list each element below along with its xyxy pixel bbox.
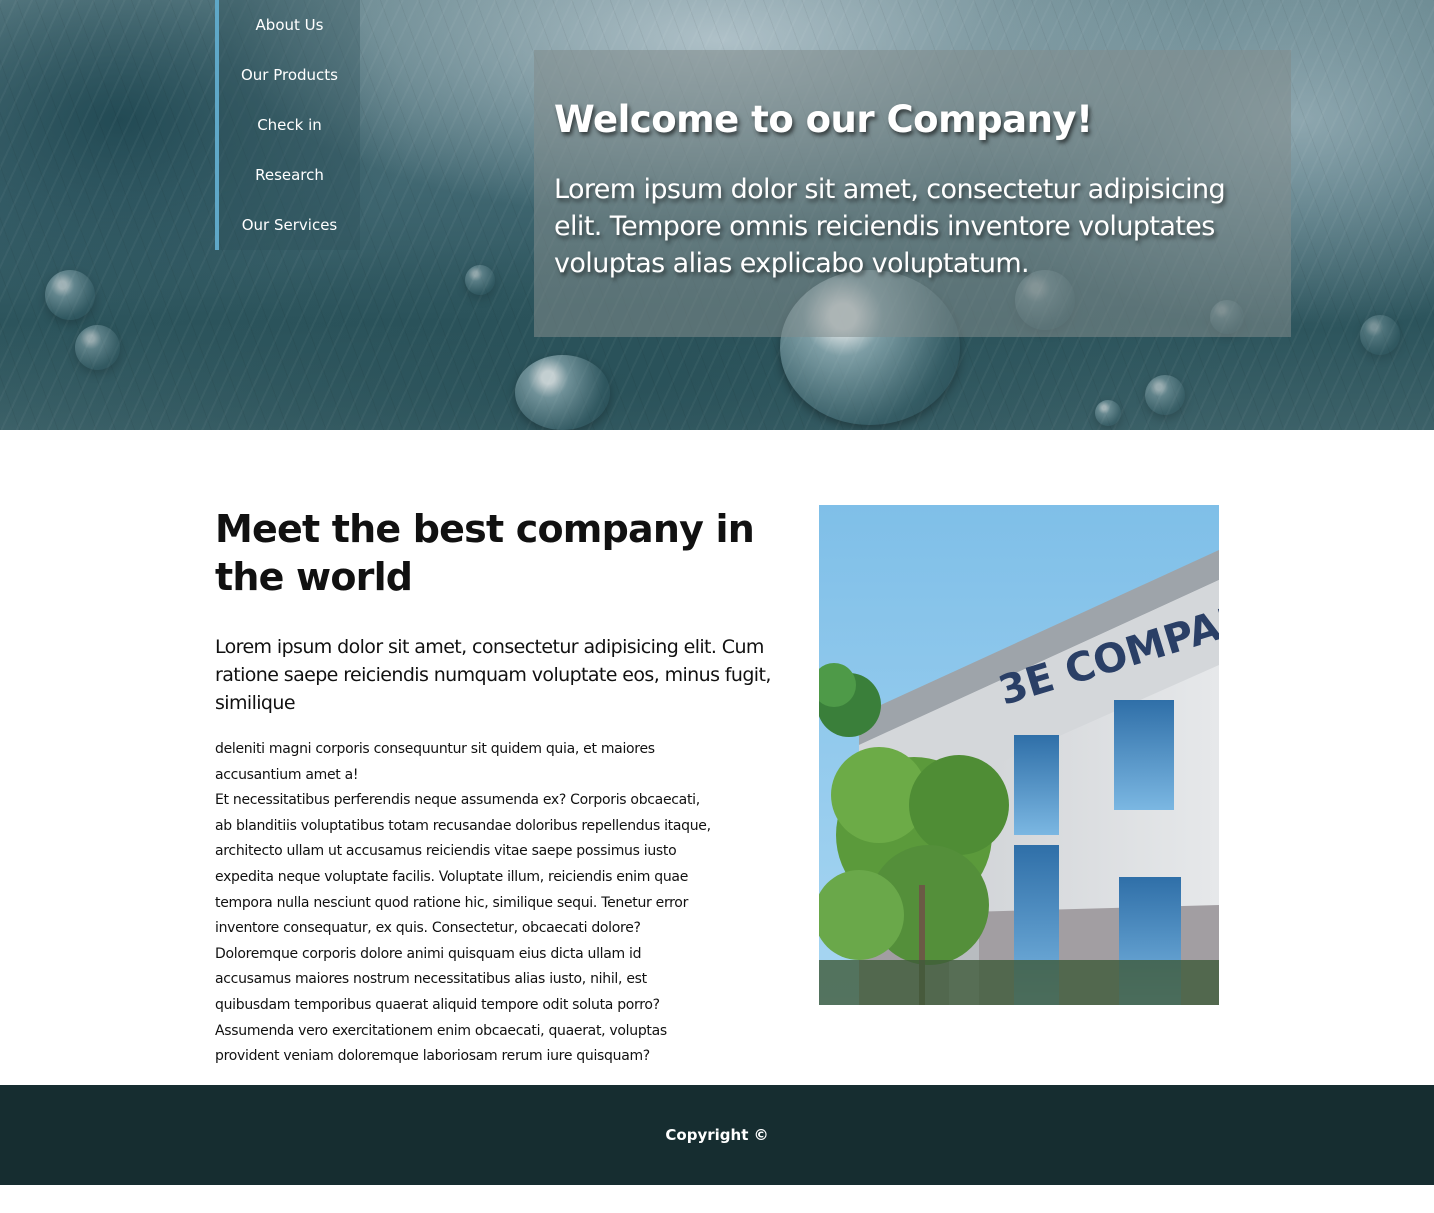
company-building-image: 3E COMPANY xyxy=(819,505,1219,1005)
nav-item-our-services[interactable]: Our Services xyxy=(219,200,360,250)
nav-item-check-in[interactable]: Check in xyxy=(219,100,360,150)
water-drop xyxy=(515,355,610,430)
company-intro-section: Meet the best company in the world Lorem… xyxy=(215,505,815,1070)
water-drop xyxy=(1145,375,1185,415)
main-navigation: About Us Our Products Check in Research … xyxy=(215,0,360,250)
nav-item-research[interactable]: Research xyxy=(219,150,360,200)
welcome-title: Welcome to our Company! xyxy=(554,98,1093,141)
water-drop xyxy=(1360,315,1400,355)
body-paragraph: deleniti magni corporis consequuntur sit… xyxy=(215,741,711,1065)
water-drop xyxy=(45,270,95,320)
section-heading: Meet the best company in the world xyxy=(215,507,755,599)
welcome-panel: Welcome to our Company! Lorem ipsum dolo… xyxy=(534,50,1291,337)
building-illustration: 3E COMPANY xyxy=(819,505,1219,1005)
nav-item-about-us[interactable]: About Us xyxy=(219,0,360,50)
copyright-text: Copyright © xyxy=(665,1126,769,1144)
water-drop xyxy=(1095,400,1121,426)
water-drop xyxy=(465,265,495,295)
lead-paragraph: Lorem ipsum dolor sit amet, consectetur … xyxy=(215,636,771,714)
page-footer: Copyright © xyxy=(0,1085,1434,1185)
nav-item-our-products[interactable]: Our Products xyxy=(219,50,360,100)
welcome-text: Lorem ipsum dolor sit amet, consectetur … xyxy=(554,174,1226,279)
water-drop xyxy=(75,325,120,370)
